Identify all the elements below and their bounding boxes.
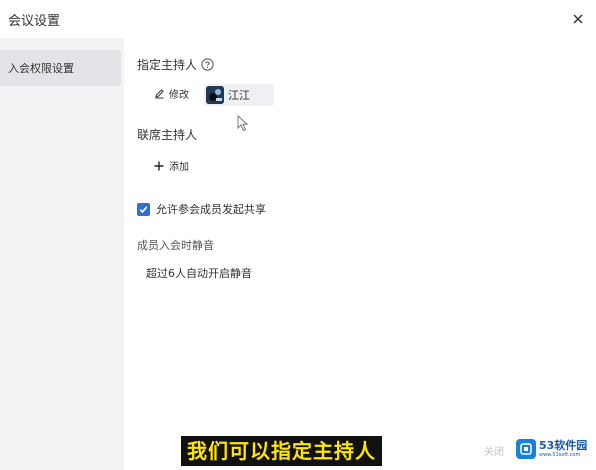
add-co-host-label: 添加 [169,162,189,173]
co-host-label: 联席主持人 [137,128,198,142]
add-co-host-button[interactable]: 添加 [154,158,189,173]
video-subtitle: 我们可以指定主持人 [181,436,382,466]
host-chip: 江江 [204,84,274,106]
co-host-section-title: 联席主持人 [137,126,197,143]
title-bar: 会议设置 [0,0,596,38]
meeting-settings-window: 会议设置 入会权限设置 指定主持人 修改 江江 联席主持人 添加 允许参会成员发… [0,0,596,470]
edit-host-label: 修改 [169,90,189,101]
mouse-cursor-icon [237,115,249,132]
sidebar: 入会权限设置 [0,38,124,470]
designated-host-label: 指定主持人 [137,58,198,72]
close-button[interactable]: 关闭 [484,443,504,458]
help-icon[interactable] [201,58,214,71]
close-icon[interactable] [568,9,588,29]
pencil-icon [155,89,164,99]
watermark-text: 53软件园 www.53soft.com [539,440,587,458]
mute-on-join-title: 成员入会时静音 [137,239,214,252]
mute-on-join-value[interactable]: 超过6人自动开启静音 [146,265,252,281]
host-name: 江江 [228,89,250,102]
avatar [206,86,224,104]
window-title: 会议设置 [8,13,61,29]
allow-share-checkbox[interactable] [137,202,150,216]
watermark: 53软件园 www.53soft.com [516,434,596,464]
settings-panel: 指定主持人 修改 江江 联席主持人 添加 允许参会成员发起共享 成员入会时静音 … [124,38,596,418]
sidebar-item-join-permissions[interactable]: 入会权限设置 [0,50,121,86]
watermark-name: 53软件园 [539,439,588,452]
watermark-logo-icon [516,439,536,459]
watermark-url: www.53soft.com [539,452,581,458]
edit-host-button[interactable]: 修改 [154,86,189,101]
checkmark-icon [139,205,148,213]
plus-icon [154,161,164,170]
sidebar-item-label: 入会权限设置 [8,62,74,75]
designated-host-section-title: 指定主持人 [137,56,214,73]
allow-share-label[interactable]: 允许参会成员发起共享 [156,201,266,217]
allow-share-option: 允许参会成员发起共享 [137,201,266,217]
